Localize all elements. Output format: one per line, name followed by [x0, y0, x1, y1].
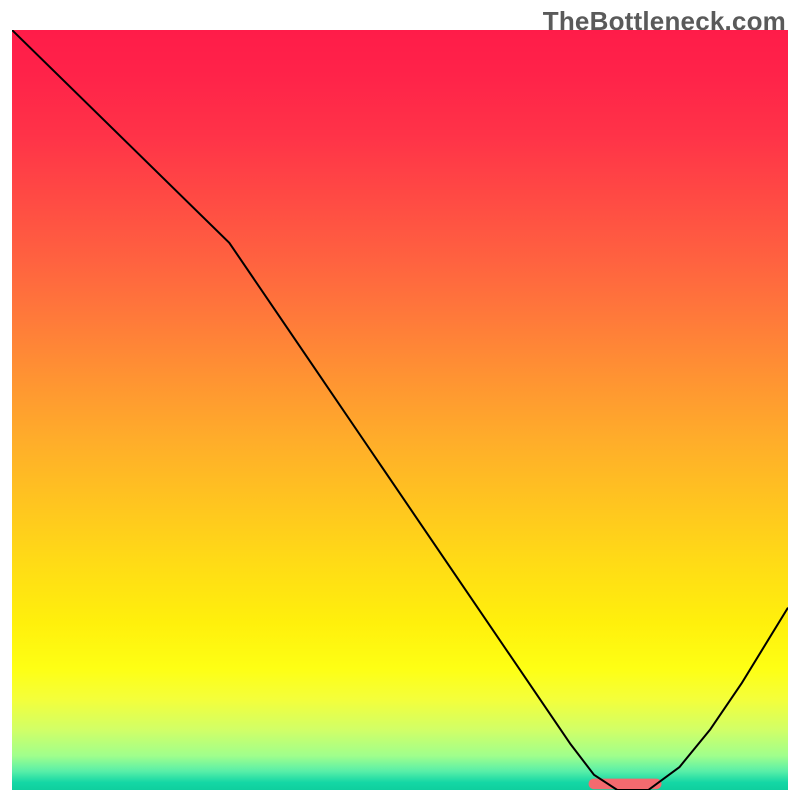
bottleneck-chart: TheBottleneck.com: [0, 0, 800, 800]
chart-canvas: [12, 30, 788, 790]
